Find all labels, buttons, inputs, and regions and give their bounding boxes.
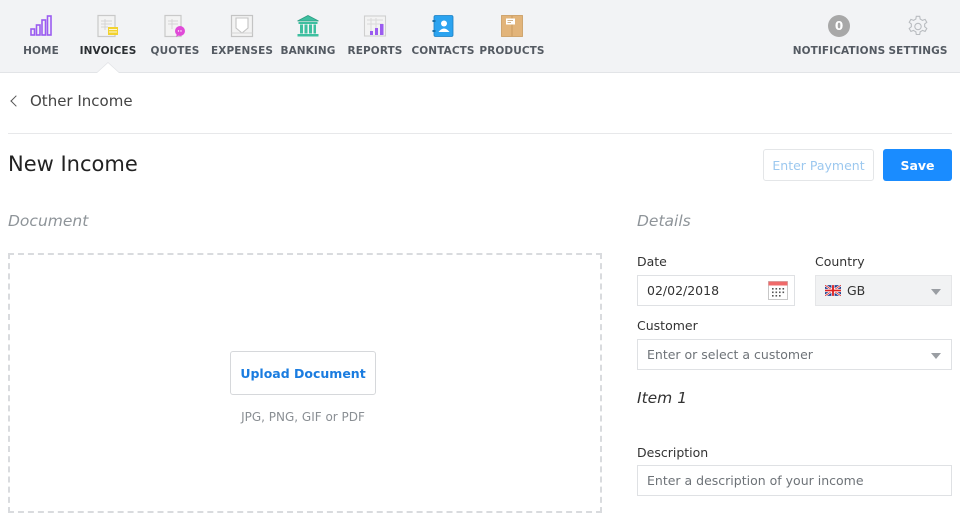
nav-expenses[interactable]: EXPENSES <box>211 0 273 73</box>
uk-flag-icon <box>825 285 841 296</box>
calendar-icon[interactable] <box>768 281 788 300</box>
nav-home[interactable]: HOME <box>16 0 66 73</box>
chevron-down-icon <box>931 289 941 295</box>
date-value: 02/02/2018 <box>647 283 720 298</box>
country-value: GB <box>847 283 866 298</box>
nav-label: PRODUCTS <box>479 45 545 57</box>
nav-label: SETTINGS <box>888 45 948 57</box>
back-link-label: Other Income <box>30 92 133 110</box>
customer-label: Customer <box>637 318 698 333</box>
description-label: Description <box>637 445 709 460</box>
date-input[interactable]: 02/02/2018 <box>637 275 795 306</box>
nav-reports[interactable]: REPORTS <box>348 0 402 73</box>
nav-label: INVOICES <box>79 45 137 57</box>
nav-invoices[interactable]: INVOICES <box>79 0 137 73</box>
divider <box>8 133 952 134</box>
nav-label: NOTIFICATIONS <box>792 45 886 57</box>
chevron-down-icon <box>931 353 941 359</box>
nav-banking[interactable]: BANKING <box>280 0 335 73</box>
invoice-icon <box>97 14 118 38</box>
nav-label: QUOTES <box>150 45 200 57</box>
quote-icon <box>164 14 185 38</box>
nav-quotes[interactable]: QUOTES <box>150 0 200 73</box>
nav-contacts[interactable]: CONTACTS <box>411 0 474 73</box>
chevron-left-icon <box>10 95 22 107</box>
document-section-title: Document <box>8 212 89 230</box>
nav-settings[interactable]: SETTINGS <box>889 0 947 73</box>
bank-icon <box>297 15 319 37</box>
details-section-title: Details <box>637 212 691 230</box>
notification-count-badge: 0 <box>828 15 850 37</box>
description-input[interactable]: Enter a description of your income <box>637 465 952 496</box>
enter-payment-button[interactable]: Enter Payment <box>763 149 874 181</box>
country-select[interactable]: GB <box>815 275 952 306</box>
upload-document-button[interactable]: Upload Document <box>230 351 376 395</box>
item-title: Item 1 <box>637 389 688 407</box>
top-nav: HOME INVOICES QUOTES EXPENSES BANKING RE… <box>0 0 960 73</box>
customer-select[interactable]: Enter or select a customer <box>637 339 952 370</box>
nav-label: EXPENSES <box>210 45 274 57</box>
customer-placeholder: Enter or select a customer <box>647 347 813 362</box>
page-title: New Income <box>8 152 138 176</box>
report-icon <box>363 15 387 37</box>
address-book-icon <box>432 15 454 37</box>
bar-chart-icon <box>30 15 52 36</box>
box-icon <box>501 15 523 37</box>
nav-label: CONTACTS <box>411 45 475 57</box>
nav-products[interactable]: PRODUCTS <box>479 0 544 73</box>
save-button[interactable]: Save <box>883 149 952 181</box>
country-label: Country <box>815 254 865 269</box>
gear-icon <box>908 15 928 36</box>
expense-tray-icon <box>230 14 254 38</box>
description-placeholder: Enter a description of your income <box>647 473 864 488</box>
date-label: Date <box>637 254 667 269</box>
back-link[interactable]: Other Income <box>9 92 133 110</box>
upload-hint: JPG, PNG, GIF or PDF <box>241 410 365 424</box>
nav-notifications[interactable]: 0 NOTIFICATIONS <box>793 0 885 73</box>
nav-label: BANKING <box>280 45 336 57</box>
nav-label: REPORTS <box>347 45 403 57</box>
nav-label: HOME <box>23 45 59 57</box>
